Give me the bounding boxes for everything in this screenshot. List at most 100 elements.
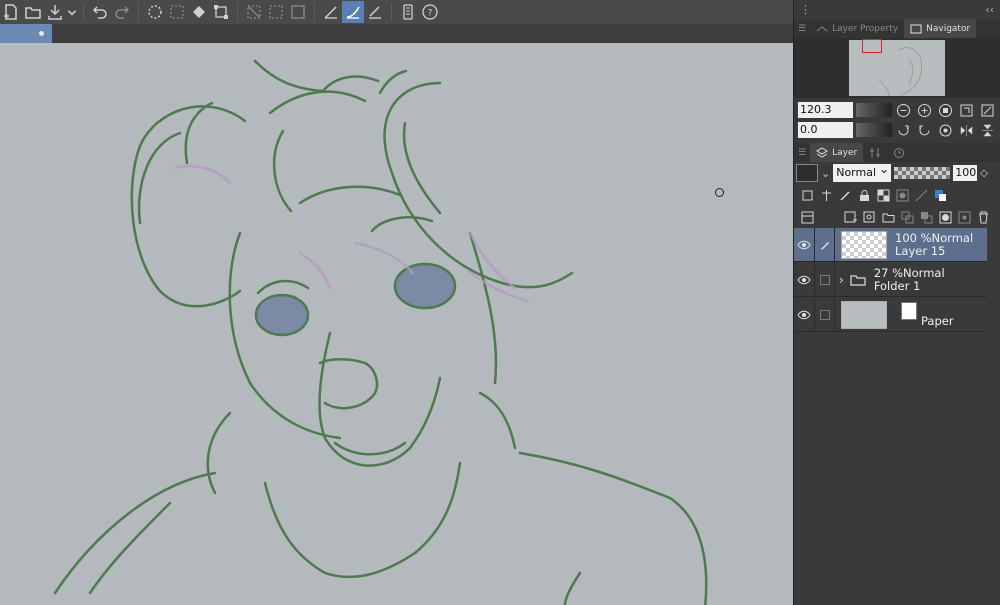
chevron-right-icon[interactable]: › <box>839 273 844 287</box>
clear-selection-icon[interactable] <box>144 1 166 23</box>
chevron-down-icon[interactable] <box>66 1 78 23</box>
redo-icon[interactable] <box>111 1 133 23</box>
flip-vertical-icon[interactable] <box>978 121 996 139</box>
trash-icon[interactable] <box>974 208 992 226</box>
reference-layer-icon[interactable] <box>817 186 835 204</box>
checkbox[interactable] <box>819 309 830 320</box>
layer-name: Layer 15 <box>895 243 946 258</box>
visibility-toggle[interactable] <box>794 262 815 297</box>
actual-size-icon[interactable] <box>978 101 996 119</box>
save-download-icon[interactable] <box>44 1 66 23</box>
stepper-icon[interactable]: ◇ <box>980 168 988 179</box>
mask-icon[interactable] <box>893 186 911 204</box>
blend-mode-select[interactable]: Normal <box>833 160 892 182</box>
layer-color-box-icon[interactable] <box>796 164 818 182</box>
rotate-left-icon[interactable] <box>895 121 913 139</box>
zoom-slider[interactable] <box>856 103 892 117</box>
visibility-toggle[interactable] <box>794 297 815 332</box>
eye-icon <box>797 240 811 249</box>
fit-size-icon[interactable] <box>937 101 955 119</box>
edit-indicator[interactable] <box>815 262 835 297</box>
new-vector-layer-icon[interactable] <box>860 208 878 226</box>
view-frame[interactable] <box>862 39 882 53</box>
edit-indicator[interactable] <box>815 297 835 332</box>
ruler-visibility-icon[interactable] <box>912 186 930 204</box>
layer-color-icon[interactable] <box>931 186 949 204</box>
mask-apply-icon[interactable] <box>955 208 973 226</box>
opacity-field[interactable]: 100 <box>953 165 978 181</box>
canvas-tab[interactable] <box>0 24 52 43</box>
chevron-down-icon[interactable]: ⌄ <box>821 167 830 180</box>
navigator-tab-bar: ☰ Layer Property Navigator <box>794 19 1000 38</box>
reset-rotation-icon[interactable] <box>937 121 955 139</box>
layer-info: 100 %Normal Layer 15 <box>895 231 973 258</box>
layer-row[interactable]: 100 %Normal Layer 15 <box>794 227 987 262</box>
zoom-row: 120.3 <box>794 100 1000 120</box>
undo-icon[interactable] <box>89 1 111 23</box>
rotation-field[interactable]: 0.0 <box>798 122 854 138</box>
panel-menu-icon[interactable]: ☰ <box>794 143 810 162</box>
history-icon <box>894 147 905 158</box>
tab-history[interactable] <box>887 143 911 162</box>
transform-icon[interactable] <box>210 1 232 23</box>
panel-header: ⋮ ‹‹ <box>794 0 1000 19</box>
checkbox[interactable] <box>819 274 830 285</box>
canvas-tab-bar <box>0 24 793 43</box>
layer-thumbnail <box>841 230 887 259</box>
menu-icon[interactable]: ⋮ <box>800 3 811 16</box>
draft-layer-icon[interactable] <box>836 186 854 204</box>
layer-name: Folder 1 <box>873 278 921 293</box>
opacity-slider[interactable] <box>894 167 951 179</box>
panel-menu-icon[interactable]: ☰ <box>794 19 810 38</box>
navigator-icon <box>910 24 922 33</box>
clip-icon[interactable] <box>798 186 816 204</box>
zoom-field[interactable]: 120.3 <box>798 102 854 118</box>
fit-navigator-icon[interactable] <box>957 101 975 119</box>
rotate-right-icon[interactable] <box>916 121 934 139</box>
folder-icon <box>850 274 866 286</box>
zoom-in-icon[interactable] <box>916 101 934 119</box>
edit-indicator[interactable] <box>815 227 835 262</box>
rotation-slider[interactable] <box>856 123 892 137</box>
drawing-canvas[interactable] <box>0 43 793 605</box>
flip-horizontal-icon[interactable] <box>957 121 975 139</box>
right-panel: ⋮ ‹‹ ☰ Layer Property Navigator 120.3 0.… <box>793 0 1000 605</box>
crop-icon[interactable] <box>287 1 309 23</box>
separator <box>83 3 84 21</box>
ruler-pen-icon[interactable] <box>364 1 386 23</box>
fill-bucket-icon[interactable] <box>188 1 210 23</box>
invert-selection-icon[interactable] <box>166 1 188 23</box>
layers-icon <box>816 146 829 158</box>
new-raster-layer-icon[interactable] <box>841 208 859 226</box>
blend-row: ⌄ Normal 100 ◇ <box>794 160 1000 184</box>
zoom-out-icon[interactable] <box>895 101 913 119</box>
stabilize-curve-icon[interactable] <box>342 1 364 23</box>
layer-row[interactable]: › 27 %Normal Folder 1 <box>794 262 987 297</box>
new-folder-icon[interactable] <box>879 208 897 226</box>
tab-layer-property[interactable]: Layer Property <box>810 19 904 38</box>
navigator-preview[interactable] <box>794 38 1000 98</box>
smartphone-icon[interactable] <box>397 1 419 23</box>
hide-selection-icon[interactable] <box>243 1 265 23</box>
layer-list-icon[interactable] <box>798 208 816 226</box>
help-icon[interactable]: ? <box>419 1 441 23</box>
collapse-panel-button[interactable]: ‹‹ <box>985 3 994 16</box>
visibility-toggle[interactable] <box>794 227 815 262</box>
deselect-icon[interactable] <box>265 1 287 23</box>
separator <box>314 3 315 21</box>
tab-navigator[interactable]: Navigator <box>904 19 977 38</box>
tab-label: Layer <box>832 147 858 158</box>
line-correct-icon[interactable] <box>320 1 342 23</box>
new-file-icon[interactable] <box>0 1 22 23</box>
separator <box>138 3 139 21</box>
layer-row[interactable]: Paper <box>794 297 987 332</box>
lock-icon[interactable] <box>855 186 873 204</box>
tab-layer[interactable]: Layer <box>810 143 864 162</box>
layer-name: Paper <box>921 314 954 328</box>
pen-icon <box>820 241 829 250</box>
transfer-down-icon[interactable] <box>898 208 916 226</box>
combine-down-icon[interactable] <box>917 208 935 226</box>
mask-create-icon[interactable] <box>936 208 954 226</box>
lock-transparency-icon[interactable] <box>874 186 892 204</box>
open-folder-icon[interactable] <box>22 1 44 23</box>
